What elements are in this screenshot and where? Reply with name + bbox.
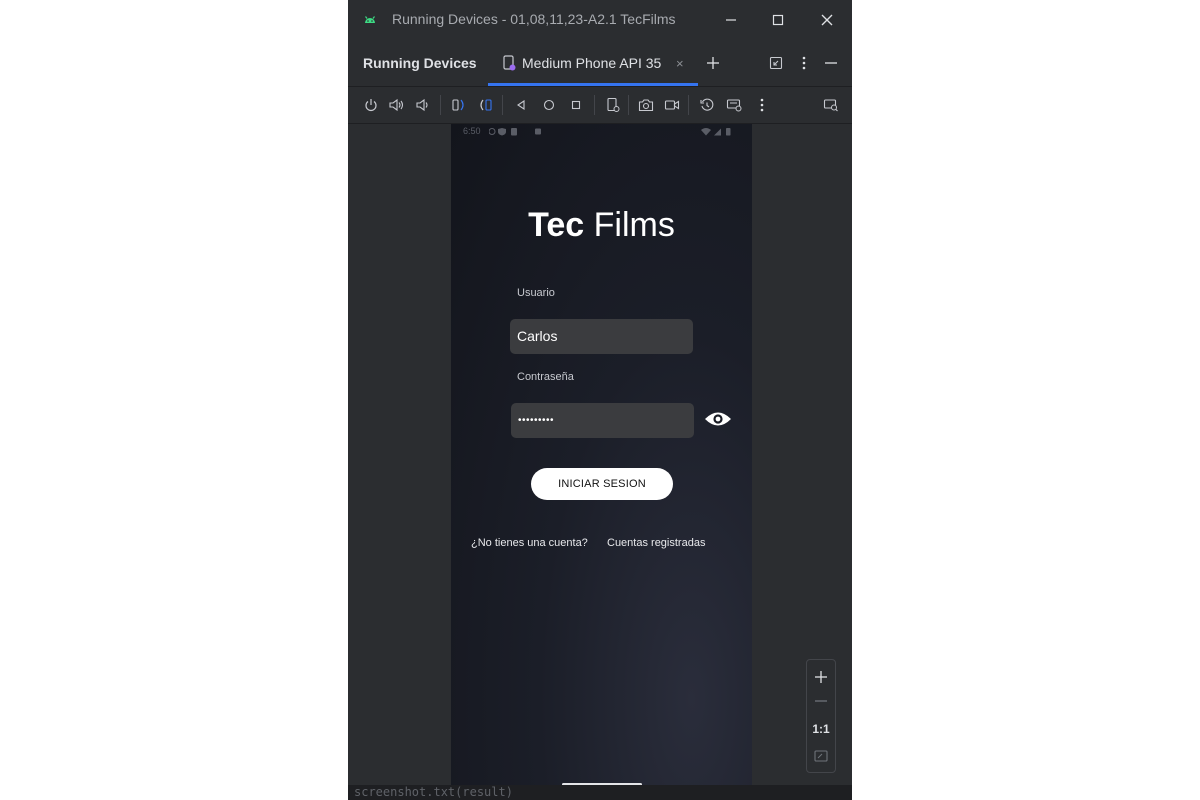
video-camera-icon xyxy=(664,100,680,110)
status-system-icons xyxy=(701,128,731,136)
extended-controls-button[interactable] xyxy=(724,95,744,115)
volume-up-icon xyxy=(389,98,404,112)
device-icon xyxy=(503,55,516,71)
window-title: Running Devices - 01,08,11,23-A2.1 TecFi… xyxy=(392,11,676,27)
device-frame-button[interactable] xyxy=(603,95,623,115)
zoom-in-button[interactable] xyxy=(807,664,835,690)
device-viewport: 6:50 Tec Films Usuario Carlos Contraseña… xyxy=(348,124,852,800)
no-account-link[interactable]: ¿No tienes una cuenta? xyxy=(471,537,588,549)
title-bar: Running Devices - 01,08,11,23-A2.1 TecFi… xyxy=(348,0,852,40)
status-notification-icons xyxy=(489,128,541,136)
camera-icon xyxy=(638,99,654,112)
overview-square-icon xyxy=(571,100,581,110)
volume-down-button[interactable] xyxy=(413,95,433,115)
more-vertical-icon xyxy=(760,98,764,112)
home-circle-icon xyxy=(543,99,555,111)
history-icon xyxy=(700,98,714,111)
more-vertical-icon xyxy=(802,56,806,70)
more-options-button[interactable] xyxy=(794,53,814,73)
toolbar-divider xyxy=(502,95,503,115)
zoom-actual-size-button[interactable]: 1:1 xyxy=(807,718,835,740)
password-input[interactable]: ••••••••• xyxy=(511,403,694,438)
password-label: Contraseña xyxy=(517,371,574,383)
minimize-icon xyxy=(726,19,736,21)
home-button[interactable] xyxy=(539,95,559,115)
fit-screen-icon xyxy=(814,750,828,762)
plus-icon xyxy=(707,57,719,69)
zoom-fit-button[interactable] xyxy=(807,744,835,768)
android-studio-window: Running Devices - 01,08,11,23-A2.1 TecFi… xyxy=(348,0,852,800)
editor-code-line: screenshot.txt(result) xyxy=(348,785,852,800)
keyboard-settings-icon xyxy=(726,99,742,112)
rotate-right-button[interactable] xyxy=(475,95,495,115)
screenshot-button[interactable] xyxy=(636,95,656,115)
login-button[interactable]: INICIAR SESION xyxy=(531,468,673,500)
username-input[interactable]: Carlos xyxy=(510,319,693,354)
status-bar: 6:50 xyxy=(451,124,752,140)
back-triangle-icon xyxy=(517,99,525,111)
close-icon xyxy=(821,14,833,26)
close-window-button[interactable] xyxy=(814,8,840,32)
snapshots-button[interactable] xyxy=(697,95,717,115)
android-icon xyxy=(365,16,375,23)
toolbar-divider xyxy=(594,95,595,115)
screen-record-button[interactable] xyxy=(662,95,682,115)
back-button[interactable] xyxy=(511,95,531,115)
restore-panel-button[interactable] xyxy=(766,53,786,73)
power-button[interactable] xyxy=(361,95,381,115)
toolbar-divider xyxy=(628,95,629,115)
screen-search-icon xyxy=(823,99,838,112)
volume-up-button[interactable] xyxy=(387,95,407,115)
maximize-button[interactable] xyxy=(765,8,791,32)
tab-medium-phone[interactable]: Medium Phone API 35 × xyxy=(488,40,698,86)
hide-panel-button[interactable] xyxy=(821,53,841,73)
toolbar-divider xyxy=(688,95,689,115)
tab-close-icon[interactable]: × xyxy=(676,56,684,71)
rotate-right-icon xyxy=(480,99,492,111)
status-time: 6:50 xyxy=(463,126,481,136)
rotate-left-icon xyxy=(452,99,464,111)
inspect-button[interactable] xyxy=(821,95,841,115)
panel-title: Running Devices xyxy=(363,55,477,71)
plus-icon xyxy=(815,671,827,683)
show-password-icon[interactable] xyxy=(704,410,732,428)
device-toolbar xyxy=(348,87,852,124)
username-label: Usuario xyxy=(517,287,555,299)
tab-label: Medium Phone API 35 xyxy=(522,55,662,71)
minimize-button[interactable] xyxy=(718,8,744,32)
overview-button[interactable] xyxy=(566,95,586,115)
phone-screen: 6:50 Tec Films Usuario Carlos Contraseña… xyxy=(451,124,752,800)
power-icon xyxy=(365,99,377,112)
minimize-icon xyxy=(825,62,837,64)
zoom-controls: 1:1 xyxy=(806,659,836,773)
tab-bar: Running Devices Medium Phone API 35 × xyxy=(348,40,852,87)
app-logo: Tec Films xyxy=(451,206,752,245)
rotate-left-button[interactable] xyxy=(449,95,469,115)
toolbar-divider xyxy=(440,95,441,115)
minus-icon xyxy=(815,700,827,702)
registered-accounts-link[interactable]: Cuentas registradas xyxy=(607,537,705,549)
device-settings-icon xyxy=(607,97,620,112)
maximize-icon xyxy=(772,14,784,26)
logo-bold-text: Tec xyxy=(528,206,585,244)
toolbar-more-button[interactable] xyxy=(752,95,772,115)
restore-icon xyxy=(769,56,783,70)
logo-light-text: Films xyxy=(584,206,675,244)
add-tab-button[interactable] xyxy=(703,53,723,73)
zoom-out-button[interactable] xyxy=(807,690,835,712)
tab-active-indicator xyxy=(488,83,698,86)
volume-down-icon xyxy=(416,98,428,112)
